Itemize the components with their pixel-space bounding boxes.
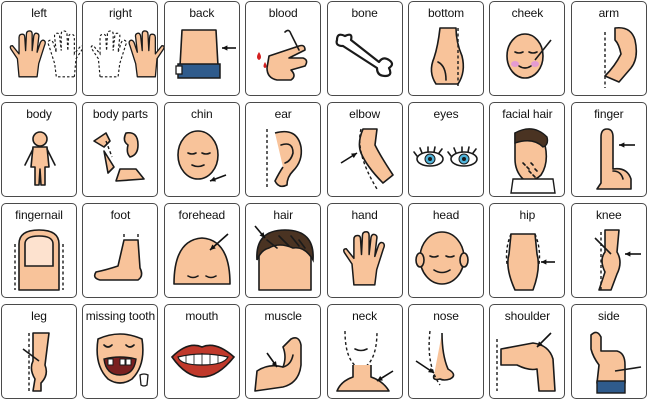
symbol-label: mouth	[185, 309, 219, 323]
symbol-card-blood[interactable]: blood	[245, 1, 322, 96]
symbol-board: left right back blood bone bottom cheek arm body…	[0, 0, 649, 403]
symbol-label: back	[189, 6, 215, 20]
symbol-card-body[interactable]: body	[1, 102, 77, 197]
symbol-label: shoulder	[504, 309, 550, 323]
shoulder-icon	[496, 332, 557, 392]
hair-icon	[254, 225, 314, 291]
symbol-card-knee[interactable]: knee	[570, 203, 647, 298]
forehead-icon	[172, 233, 231, 285]
elbow-icon	[340, 128, 394, 190]
symbol-label: cheek	[511, 6, 544, 20]
symbol-label: body parts	[92, 107, 148, 121]
finger-icon	[595, 128, 635, 190]
symbol-label: arm	[598, 6, 619, 20]
symbol-label: finger	[594, 107, 624, 121]
symbol-card-side[interactable]: side	[570, 304, 647, 399]
cheek-icon	[506, 33, 553, 79]
head-icon	[415, 231, 469, 285]
symbol-card-missing-tooth[interactable]: missing tooth	[82, 304, 159, 399]
bottom-icon	[430, 27, 465, 88]
symbol-label: leg	[31, 309, 47, 323]
eyes-icon	[413, 146, 478, 167]
symbol-card-facial-hair[interactable]: facial hair	[489, 102, 566, 197]
symbol-label: fingernail	[15, 208, 63, 222]
symbol-card-bone[interactable]: bone	[326, 1, 403, 96]
left-hand-icon	[9, 30, 84, 78]
symbol-label: blood	[268, 6, 298, 20]
symbol-label: hand	[351, 208, 378, 222]
symbol-label: right	[108, 6, 132, 20]
symbol-label: foot	[110, 208, 131, 222]
symbol-label: forehead	[178, 208, 226, 222]
nose-icon	[415, 330, 455, 386]
neck-icon	[335, 330, 394, 392]
symbol-label: eyes	[433, 107, 459, 121]
symbol-card-back[interactable]: back	[163, 1, 240, 96]
symbol-card-cheek[interactable]: cheek	[489, 1, 566, 96]
knee-icon	[594, 229, 641, 291]
symbol-card-nose[interactable]: nose	[408, 304, 484, 399]
hip-icon	[506, 233, 556, 291]
arm-icon	[603, 26, 637, 88]
symbol-card-arm[interactable]: arm	[570, 1, 647, 96]
symbol-card-hair[interactable]: hair	[245, 203, 322, 298]
symbol-card-muscle[interactable]: muscle	[245, 304, 322, 399]
symbol-card-hand[interactable]: hand	[326, 203, 403, 298]
right-hand-icon	[91, 30, 166, 78]
symbol-card-shoulder[interactable]: shoulder	[489, 304, 566, 399]
back-icon	[175, 29, 236, 79]
blood-icon	[257, 29, 308, 81]
symbol-card-body-parts[interactable]: body parts	[82, 102, 159, 197]
symbol-card-leg[interactable]: leg	[1, 304, 77, 399]
chin-icon	[176, 130, 227, 182]
symbol-label: nose	[433, 309, 459, 323]
symbol-card-left[interactable]: left	[1, 1, 84, 96]
symbol-label: bone	[351, 6, 378, 20]
symbol-label: bottom	[427, 6, 465, 20]
fingernail-icon	[14, 229, 64, 291]
symbol-label: hip	[519, 208, 536, 222]
symbol-label: body	[26, 107, 52, 121]
symbol-card-right[interactable]: right	[82, 1, 166, 96]
symbol-label: left	[31, 6, 47, 20]
leg-icon	[22, 332, 50, 392]
body-icon	[24, 131, 56, 186]
symbol-card-bottom[interactable]: bottom	[408, 1, 484, 96]
hand-icon	[342, 230, 385, 286]
symbol-card-fingernail[interactable]: fingernail	[1, 203, 77, 298]
muscle-icon	[254, 337, 302, 392]
symbol-card-finger[interactable]: finger	[570, 102, 647, 197]
symbol-label: knee	[595, 208, 622, 222]
body-parts-icon	[93, 131, 146, 182]
symbol-label: elbow	[349, 107, 381, 121]
symbol-label: chin	[190, 107, 213, 121]
mouth-icon	[170, 344, 235, 378]
bone-icon	[335, 33, 393, 78]
symbol-label: neck	[352, 309, 378, 323]
symbol-card-neck[interactable]: neck	[326, 304, 403, 399]
facial-hair-icon	[510, 128, 557, 194]
symbol-card-mouth[interactable]: mouth	[163, 304, 240, 399]
ear-icon	[266, 129, 303, 189]
symbol-card-elbow[interactable]: elbow	[326, 102, 403, 197]
missing-tooth-icon	[96, 333, 150, 387]
symbol-card-ear[interactable]: ear	[245, 102, 322, 197]
foot-icon	[94, 234, 143, 281]
symbol-card-chin[interactable]: chin	[163, 102, 240, 197]
side-icon	[589, 331, 641, 394]
symbol-label: muscle	[264, 309, 302, 323]
symbol-label: missing tooth	[85, 309, 156, 323]
symbol-card-forehead[interactable]: forehead	[163, 203, 240, 298]
symbol-label: facial hair	[502, 107, 553, 121]
symbol-card-hip[interactable]: hip	[489, 203, 566, 298]
symbol-card-head[interactable]: head	[408, 203, 484, 298]
symbol-label: side	[597, 309, 620, 323]
symbol-card-eyes[interactable]: eyes	[408, 102, 484, 197]
symbol-label: head	[432, 208, 460, 222]
symbol-label: ear	[274, 107, 292, 121]
symbol-label: hair	[273, 208, 293, 222]
symbol-card-foot[interactable]: foot	[82, 203, 159, 298]
